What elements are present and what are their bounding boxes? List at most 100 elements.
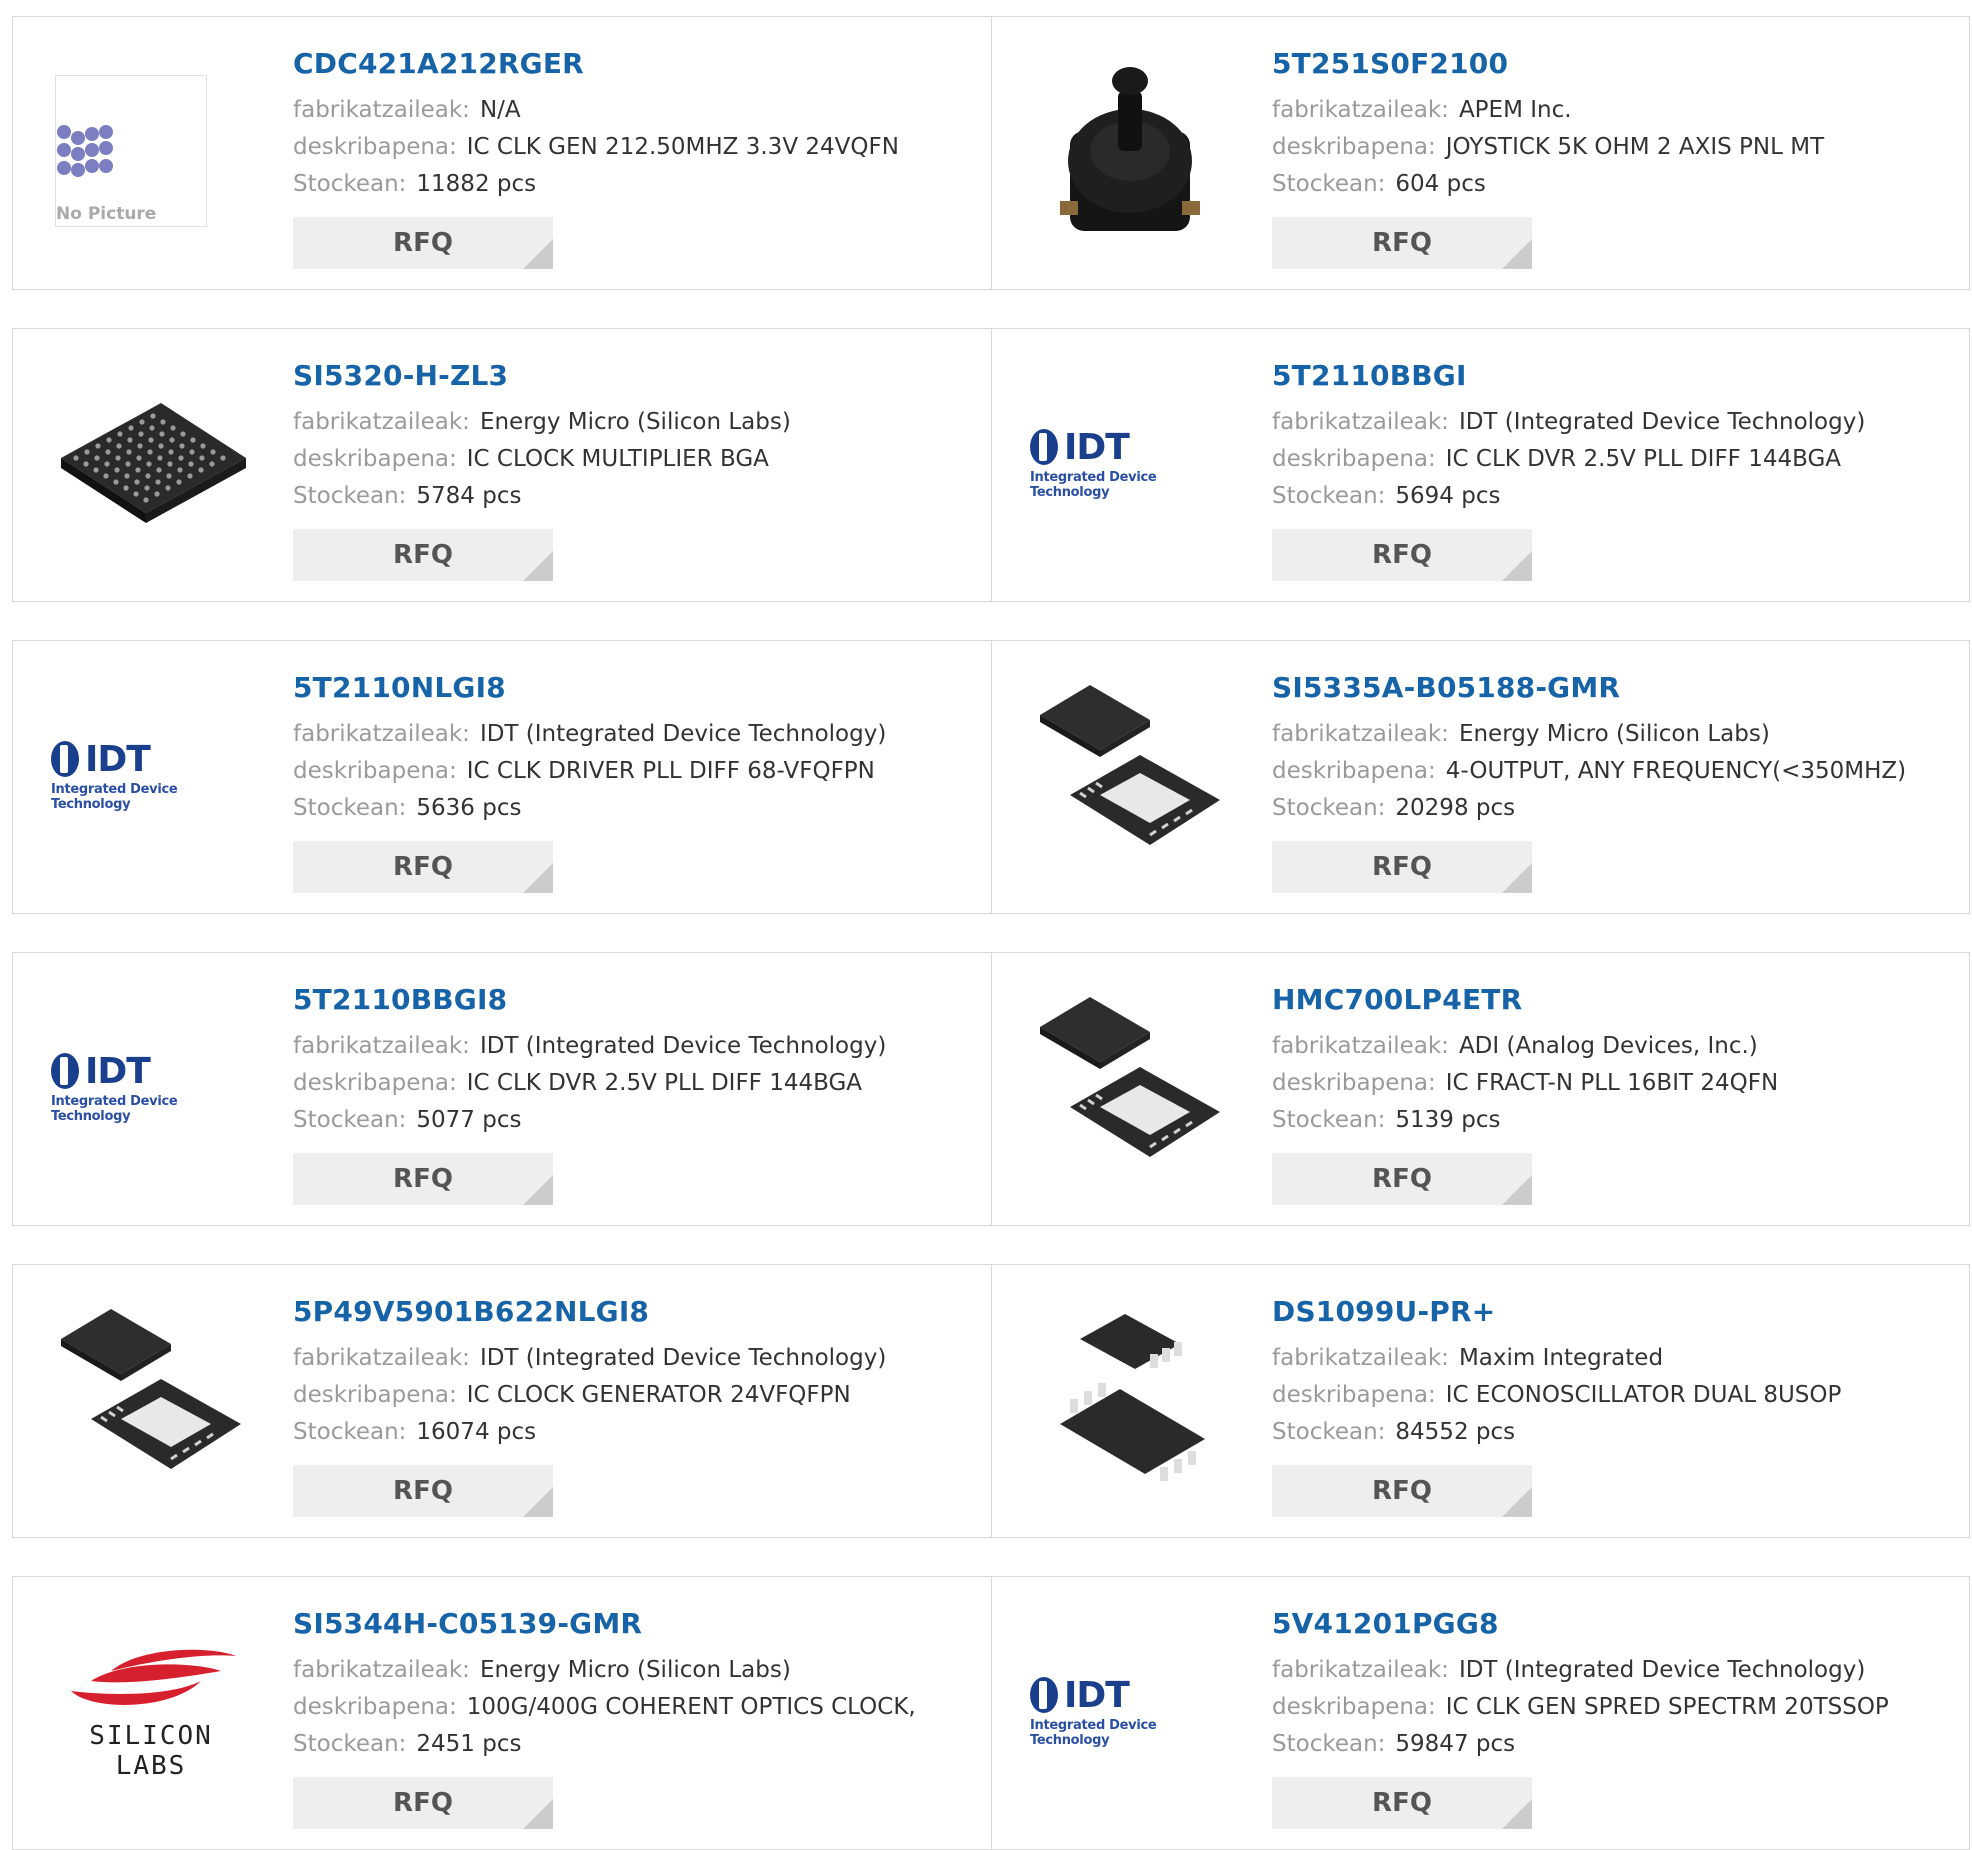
bga-ball (168, 449, 174, 455)
manufacturer-value: IDT (Integrated Device Technology) (1458, 409, 1866, 435)
description-value: IC CLK GEN 212.50MHZ 3.3V 24VQFN (466, 134, 899, 160)
product-card: 5T251S0F2100 fabrikatzaileak: APEM Inc. des… (991, 17, 1970, 289)
product-thumbnail[interactable] (1030, 1299, 1230, 1499)
idt-logo: IDT Integrated Device Technology (1030, 1675, 1230, 1748)
stock-value: 5694 pcs (1395, 483, 1501, 509)
product-info: SI5320-H-ZL3 fabrikatzaileak: Energy Micro… (293, 359, 981, 515)
description-line: deskribapena: 100G/400G COHERENT OPTICS C… (293, 1689, 981, 1726)
description-value: JOYSTICK 5K OHM 2 AXIS PNL MT (1445, 134, 1825, 160)
product-thumbnail[interactable]: SILICON LABS (51, 1611, 251, 1811)
description-label: deskribapena: (293, 446, 457, 472)
product-thumbnail[interactable] (1030, 987, 1230, 1187)
stock-value: 16074 pcs (416, 1419, 537, 1445)
manufacturer-value: Maxim Integrated (1458, 1345, 1664, 1371)
rfq-button[interactable]: RFQ (1272, 1153, 1532, 1205)
bga-ball (105, 449, 111, 455)
product-card: 5P49V5901B622NLGI8 fabrikatzaileak: IDT (I… (13, 1265, 991, 1537)
rfq-button[interactable]: RFQ (293, 217, 553, 269)
product-info: 5V41201PGG8 fabrikatzaileak: IDT (Integrat… (1272, 1607, 1960, 1763)
rfq-button-label: RFQ (393, 228, 453, 258)
silicon-labs-swoosh-icon (71, 1649, 236, 1705)
description-label: deskribapena: (293, 1694, 457, 1720)
description-label: deskribapena: (1272, 1070, 1436, 1096)
part-number-link[interactable]: CDC421A212RGER (293, 47, 981, 80)
stock-label: Stockean: (1272, 1107, 1386, 1133)
product-thumbnail[interactable] (51, 363, 251, 563)
bga-ball (125, 461, 131, 467)
rfq-button[interactable]: RFQ (1272, 1465, 1532, 1517)
manufacturer-line: fabrikatzaileak: IDT (Integrated Device T… (1272, 1652, 1960, 1689)
bga-ball (106, 437, 112, 443)
description-line: deskribapena: IC CLOCK GENERATOR 24VFQFPN (293, 1377, 981, 1414)
bga-ball (150, 413, 156, 419)
part-number-link[interactable]: 5T2110BBGI8 (293, 983, 981, 1016)
product-thumbnail[interactable] (51, 1299, 251, 1499)
rfq-button[interactable]: RFQ (1272, 841, 1532, 893)
rfq-button[interactable]: RFQ (1272, 217, 1532, 269)
product-card: SI5320-H-ZL3 fabrikatzaileak: Energy Micro… (13, 329, 991, 601)
part-number-link[interactable]: 5P49V5901B622NLGI8 (293, 1295, 981, 1328)
rfq-button[interactable]: RFQ (293, 841, 553, 893)
part-number-link[interactable]: SI5335A-B05188-GMR (1272, 671, 1960, 704)
rfq-button-label: RFQ (393, 540, 453, 570)
stock-value: 5636 pcs (416, 795, 522, 821)
manufacturer-line: fabrikatzaileak: IDT (Integrated Device T… (293, 1340, 981, 1377)
product-info: SI5335A-B05188-GMR fabrikatzaileak: Energy… (1272, 671, 1960, 827)
rfq-button-label: RFQ (1372, 228, 1432, 258)
manufacturer-label: fabrikatzaileak: (293, 1345, 470, 1371)
rfq-button-label: RFQ (393, 1164, 453, 1194)
product-card: HMC700LP4ETR fabrikatzaileak: ADI (Analog … (991, 953, 1970, 1225)
product-thumbnail[interactable] (1030, 51, 1230, 251)
product-row: SILICON LABS SI5344H-C05139-GMR fabrikatz… (12, 1576, 1970, 1850)
bga-ball (210, 449, 216, 455)
manufacturer-label: fabrikatzaileak: (1272, 97, 1449, 123)
stock-line: Stockean: 84552 pcs (1272, 1414, 1960, 1451)
bga-ball (155, 479, 161, 485)
product-info: 5T2110BBGI fabrikatzaileak: IDT (Integrate… (1272, 359, 1960, 515)
rfq-button[interactable]: RFQ (1272, 529, 1532, 581)
stock-label: Stockean: (293, 795, 407, 821)
rfq-button-label: RFQ (1372, 540, 1432, 570)
product-info: 5T251S0F2100 fabrikatzaileak: APEM Inc. des… (1272, 47, 1960, 203)
description-line: deskribapena: JOYSTICK 5K OHM 2 AXIS PNL … (1272, 129, 1960, 166)
rfq-button-label: RFQ (393, 1476, 453, 1506)
part-number-link[interactable]: SI5320-H-ZL3 (293, 359, 981, 392)
part-number-link[interactable]: 5T251S0F2100 (1272, 47, 1960, 80)
product-card: IDT Integrated Device Technology 5T2110B… (13, 953, 991, 1225)
product-thumbnail[interactable]: IDT Integrated Device Technology (51, 675, 251, 875)
rfq-button[interactable]: RFQ (293, 1153, 553, 1205)
rfq-button[interactable]: RFQ (293, 1777, 553, 1829)
product-thumbnail[interactable]: IDT Integrated Device Technology (1030, 1611, 1230, 1811)
product-thumbnail[interactable] (1030, 675, 1230, 875)
product-thumbnail[interactable]: IDT Integrated Device Technology (1030, 363, 1230, 563)
bga-ball (133, 491, 139, 497)
part-number-link[interactable]: HMC700LP4ETR (1272, 983, 1960, 1016)
bga-ball (154, 491, 160, 497)
product-thumbnail[interactable]: IDT Integrated Device Technology (51, 987, 251, 1187)
part-number-link[interactable]: SI5344H-C05139-GMR (293, 1607, 981, 1640)
part-number-link[interactable]: 5V41201PGG8 (1272, 1607, 1960, 1640)
bga-ball (190, 437, 196, 443)
corner-triangle-icon (1502, 1487, 1532, 1517)
stock-value: 20298 pcs (1395, 795, 1516, 821)
rfq-button[interactable]: RFQ (293, 1465, 553, 1517)
bga-ball (147, 449, 153, 455)
part-number-link[interactable]: 5T2110BBGI (1272, 359, 1960, 392)
stock-value: 59847 pcs (1395, 1731, 1516, 1757)
product-card: DS1099U-PR+ fabrikatzaileak: Maxim Integra… (991, 1265, 1970, 1537)
idt-logo-subtitle: Integrated Device Technology (1030, 1717, 1157, 1748)
rfq-button[interactable]: RFQ (293, 529, 553, 581)
part-number-link[interactable]: 5T2110NLGI8 (293, 671, 981, 704)
manufacturer-value: IDT (Integrated Device Technology) (479, 1033, 887, 1059)
part-number-link[interactable]: DS1099U-PR+ (1272, 1295, 1960, 1328)
bga-chip-image (61, 403, 246, 523)
idt-disc-icon (51, 741, 79, 777)
product-row: No Picture CDC421A212RGER fabrikatzaileak… (12, 16, 1970, 290)
product-thumbnail[interactable]: No Picture (51, 51, 251, 251)
rfq-button[interactable]: RFQ (1272, 1777, 1532, 1829)
stock-line: Stockean: 5636 pcs (293, 790, 981, 827)
bga-ball (144, 485, 150, 491)
product-info: 5T2110BBGI8 fabrikatzaileak: IDT (Integrat… (293, 983, 981, 1139)
bga-ball (137, 443, 143, 449)
bga-ball (116, 443, 122, 449)
